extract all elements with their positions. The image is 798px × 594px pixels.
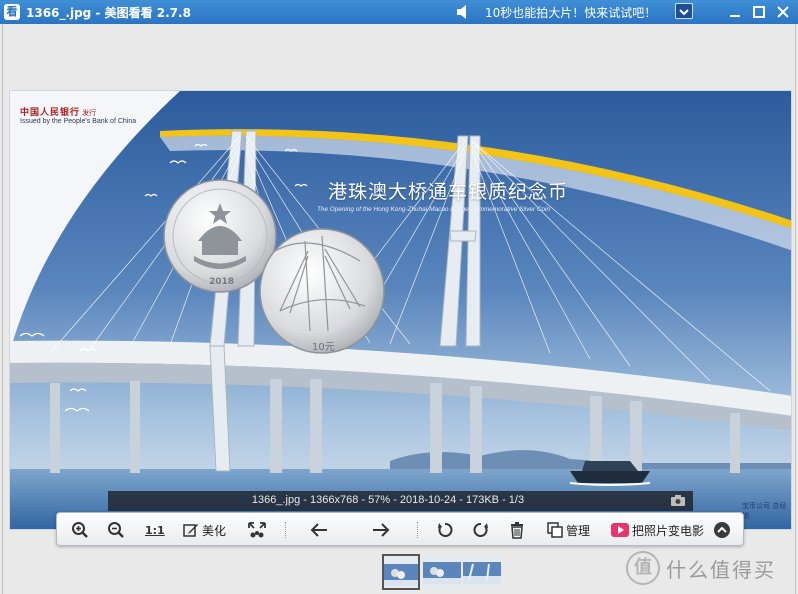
bank-name-en: Issued by the People's Bank of China	[20, 118, 137, 125]
thumbnail-3[interactable]	[463, 554, 501, 590]
info-size: 173KB	[465, 494, 500, 506]
arrow-left-icon	[310, 523, 327, 537]
trash-icon	[511, 521, 523, 539]
site-watermark: 值 什么值得买	[626, 548, 776, 588]
coin-year: 2018	[209, 277, 235, 287]
info-filename: 1366_.jpg	[251, 494, 301, 506]
coin-value: 10元	[312, 342, 335, 353]
maximize-icon[interactable]	[751, 4, 767, 20]
rotate-right-button[interactable]	[473, 519, 489, 541]
window-title: 1366_.jpg - 美图看看 2.7.8	[26, 6, 191, 20]
thumbnail-2[interactable]	[423, 554, 461, 590]
manage-label: 管理	[566, 523, 591, 538]
edit-icon	[183, 524, 198, 537]
promo-link[interactable]: 10秒也能拍大片！快来试试吧！	[485, 4, 656, 21]
bank-name-cn: 中国人民银行	[20, 108, 81, 118]
image-info-bar: 1366_.jpg - 1366x768 - 57% - 2018-10-24 …	[108, 491, 693, 511]
app-icon[interactable]: 看	[4, 4, 20, 20]
info-sep: -	[390, 494, 400, 506]
image-info-text: 1366_.jpg - 1366x768 - 57% - 2018-10-24 …	[108, 494, 668, 506]
watermark-logo: 值	[626, 551, 660, 585]
previous-button[interactable]	[309, 519, 329, 541]
zoom-in-button[interactable]	[71, 519, 89, 541]
maker-text: 宝币公司 总经销	[742, 502, 787, 520]
next-button[interactable]	[371, 519, 391, 541]
zoom-out-icon	[108, 522, 124, 538]
video-icon	[611, 523, 629, 537]
close-icon[interactable]	[775, 4, 791, 20]
info-sep: -	[300, 494, 310, 506]
beautify-label: 美化	[202, 523, 227, 538]
beautify-button[interactable]: 美化	[183, 519, 226, 541]
info-sep: -	[456, 494, 466, 506]
manage-icon	[547, 522, 563, 538]
speaker-icon[interactable]	[456, 4, 470, 20]
info-sep: -	[499, 494, 509, 506]
viewer-toolbar: 1:1 美化 管理 把照片变电影	[56, 512, 744, 546]
info-dimensions: 1366x768	[310, 494, 359, 506]
zoom-out-button[interactable]	[107, 519, 125, 541]
delete-button[interactable]	[509, 519, 525, 541]
image-title: 港珠澳大桥通车银质纪念币	[328, 181, 569, 203]
title-bar: 看 1366_.jpg - 美图看看 2.7.8 10秒也能拍大片！快来试试吧！	[0, 0, 798, 24]
displayed-image[interactable]: 中国人民银行 发行 Issued by the People's Bank of…	[9, 90, 792, 530]
skin-icon[interactable]	[675, 3, 693, 19]
rotate-left-icon	[438, 523, 453, 537]
info-sep: -	[358, 494, 369, 506]
watermark-text: 什么值得买	[666, 557, 776, 582]
actual-size-button[interactable]: 1:1	[145, 519, 165, 541]
image-subtitle: The Opening of the Hong Kong-Zhuhai-Maca…	[317, 206, 551, 213]
zoom-in-icon	[72, 522, 88, 538]
arrow-right-icon	[373, 523, 390, 537]
info-position: 1/3	[508, 494, 525, 506]
toolbar-separator	[285, 522, 286, 538]
fullscreen-button[interactable]	[247, 519, 267, 541]
actual-size-label: 1:1	[145, 523, 165, 537]
chevron-up-icon	[714, 522, 730, 538]
camera-icon[interactable]	[670, 494, 686, 507]
collapse-button[interactable]	[713, 519, 731, 541]
rotate-left-button[interactable]	[437, 519, 453, 541]
minimize-icon[interactable]	[727, 4, 743, 20]
photo-to-video-label: 把照片变电影	[632, 523, 705, 538]
toolbar-separator	[417, 522, 418, 538]
bank-tag: 发行	[82, 109, 97, 117]
manage-button[interactable]: 管理	[547, 519, 590, 541]
info-date: 2018-10-24	[399, 494, 457, 506]
photo-to-video-button[interactable]: 把照片变电影	[611, 519, 704, 541]
fullscreen-icon	[248, 522, 266, 538]
rotate-right-icon	[473, 523, 488, 537]
thumbnail-1[interactable]	[382, 554, 420, 590]
bank-logo: 中国人民银行 发行 Issued by the People's Bank of…	[20, 105, 136, 125]
info-zoom: 57%	[368, 494, 391, 506]
